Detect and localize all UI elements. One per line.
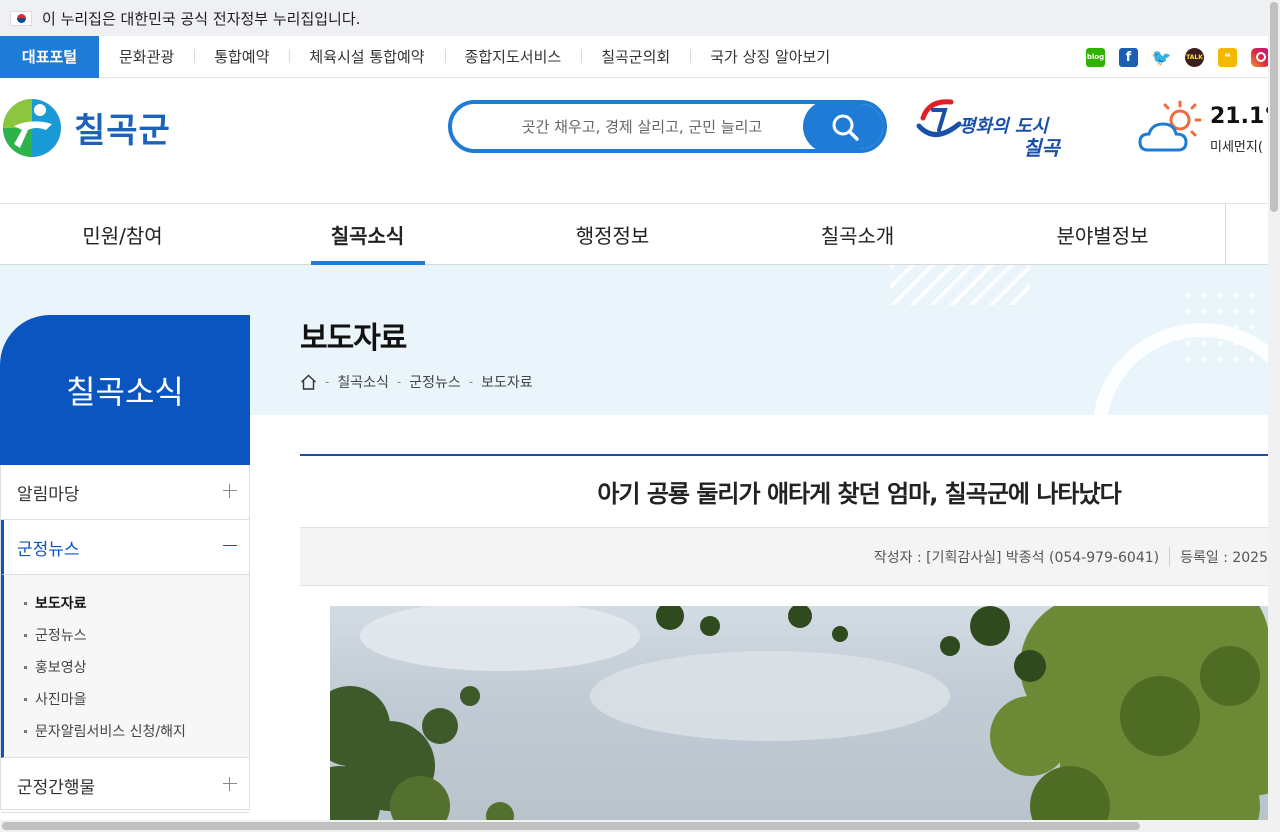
sidebar-title: 칠곡소식 bbox=[0, 315, 250, 465]
portal-links: 문화관광 통합예약 체육시설 통합예약 종합지도서비스 칠곡군의회 국가 상징 … bbox=[99, 36, 850, 78]
plus-icon[interactable] bbox=[223, 777, 237, 791]
sidebar-item-label: 알림마당 bbox=[17, 484, 80, 505]
slogan-sub-text: 칠곡 bbox=[1023, 136, 1060, 160]
breadcrumb-item-current: 보도자료 bbox=[481, 375, 533, 391]
sidebar-subitem-video[interactable]: 홍보영상 bbox=[24, 651, 249, 683]
kakaostory-icon[interactable]: ❝ bbox=[1218, 47, 1237, 67]
logo-text: 칠곡군 bbox=[74, 110, 171, 151]
sidebar-submenu: 보도자료 군정뉴스 홍보영상 사진마을 문자알림서비스 신청/해지 bbox=[1, 575, 249, 758]
horizontal-scrollbar-thumb[interactable] bbox=[2, 822, 1140, 830]
breadcrumb-separator: - bbox=[396, 375, 402, 389]
gnb-item-news[interactable]: 칠곡소식 bbox=[245, 204, 490, 265]
article-meta: 작성자 : [기획감사실] 박종석 (054-979-6041) 등록일 : 2… bbox=[300, 528, 1268, 586]
portal-link-culture[interactable]: 문화관광 bbox=[99, 46, 194, 67]
main-navigation: 민원/참여 칠곡소식 행정정보 칠곡소개 분야별정보 bbox=[0, 203, 1280, 265]
twitter-icon[interactable]: 🐦 bbox=[1152, 48, 1172, 67]
portal-link-council[interactable]: 칠곡군의회 bbox=[581, 46, 690, 67]
chilgok-logo-icon bbox=[3, 99, 61, 157]
sidebar-menu: 알림마당 군정뉴스 보도자료 군정뉴스 홍보영상 사진마을 문자알림서비스 신청… bbox=[0, 465, 250, 813]
gnb-item-admin[interactable]: 행정정보 bbox=[490, 204, 735, 264]
site-logo[interactable]: 칠곡군 bbox=[0, 96, 171, 158]
sidebar-item-county-news[interactable]: 군정뉴스 bbox=[1, 520, 249, 575]
partly-cloudy-icon bbox=[1138, 100, 1202, 152]
search-icon bbox=[832, 114, 859, 141]
breadcrumb-separator: - bbox=[325, 375, 330, 389]
slogan-emblem-icon bbox=[916, 99, 962, 137]
sidebar-subitem-photo[interactable]: 사진마을 bbox=[24, 683, 249, 715]
portal-bar: 대표포털 문화관광 통합예약 체육시설 통합예약 종합지도서비스 칠곡군의회 국… bbox=[0, 35, 1280, 78]
sidebar-item-notice[interactable]: 알림마당 bbox=[1, 465, 249, 520]
facebook-icon[interactable]: f bbox=[1119, 47, 1138, 67]
gnb-item-civil[interactable]: 민원/참여 bbox=[0, 204, 245, 264]
article: 아기 공룡 둘리가 애타게 찾던 엄마, 칠곡군에 나타났다 작성자 : [기획… bbox=[300, 454, 1268, 822]
portal-link-map[interactable]: 종합지도서비스 bbox=[444, 46, 582, 67]
gnb-divider bbox=[1225, 204, 1226, 264]
meta-divider bbox=[1169, 546, 1171, 567]
gnb-item-fields[interactable]: 분야별정보 bbox=[980, 204, 1225, 264]
portal-main-button[interactable]: 대표포털 bbox=[0, 35, 99, 78]
gnb-item-about[interactable]: 칠곡소개 bbox=[735, 204, 980, 264]
horizontal-scrollbar[interactable] bbox=[0, 820, 1268, 832]
kakaotalk-icon[interactable]: TALK bbox=[1185, 47, 1204, 67]
sidebar-item-publications[interactable]: 군정간행물 bbox=[1, 758, 249, 813]
decorative-stripes bbox=[890, 265, 1030, 305]
article-author: 작성자 : [기획감사실] 박종석 (054-979-6041) bbox=[873, 549, 1160, 566]
search-button[interactable] bbox=[803, 104, 883, 149]
breadcrumb-item[interactable]: 군정뉴스 bbox=[409, 372, 461, 392]
header: 칠곡군 평화의 도시 칠곡 21.1℃ bbox=[0, 78, 1280, 204]
weather-fine-dust: 미세먼지( bbox=[1210, 140, 1263, 155]
plus-icon[interactable] bbox=[223, 484, 237, 498]
article-title: 아기 공룡 둘리가 애타게 찾던 엄마, 칠곡군에 나타났다 bbox=[300, 456, 1268, 528]
portal-link-reservation[interactable]: 통합예약 bbox=[194, 46, 289, 67]
breadcrumb: - 칠곡소식 - 군정뉴스 - 보도자료 bbox=[300, 372, 533, 392]
search-input[interactable] bbox=[472, 104, 812, 149]
tree-foliage-image bbox=[330, 606, 1268, 822]
breadcrumb-separator: - bbox=[468, 375, 474, 389]
sns-links: blog f 🐦 TALK ❝ bbox=[1086, 36, 1270, 78]
vertical-scrollbar-thumb[interactable] bbox=[1270, 2, 1278, 212]
slogan-logo: 평화의 도시 칠곡 bbox=[915, 96, 1065, 160]
korean-flag-icon bbox=[10, 10, 32, 26]
breadcrumb-item[interactable]: 칠곡소식 bbox=[337, 372, 389, 392]
minus-icon[interactable] bbox=[223, 539, 237, 553]
blog-icon[interactable]: blog bbox=[1086, 47, 1105, 67]
decorative-ring bbox=[1092, 323, 1268, 415]
sidebar-item-label: 군정뉴스 bbox=[17, 539, 80, 560]
sidebar-subitem-press[interactable]: 보도자료 bbox=[24, 587, 249, 619]
sidebar-subitem-sms[interactable]: 문자알림서비스 신청/해지 bbox=[24, 715, 249, 747]
portal-link-sports-reservation[interactable]: 체육시설 통합예약 bbox=[289, 46, 444, 67]
sidebar-subitem-news[interactable]: 군정뉴스 bbox=[24, 619, 249, 651]
article-date: 등록일 : 2025 bbox=[1180, 549, 1268, 566]
gov-banner-text: 이 누리집은 대한민국 공식 전자정부 누리집입니다. bbox=[42, 9, 361, 28]
portal-link-national-symbols[interactable]: 국가 상징 알아보기 bbox=[690, 46, 850, 67]
search-box bbox=[448, 100, 887, 153]
page-title: 보도자료 bbox=[300, 321, 407, 356]
weather-widget[interactable]: 21.1℃ 미세먼지( bbox=[1138, 100, 1280, 160]
sidebar-item-label: 군정간행물 bbox=[17, 777, 96, 798]
vertical-scrollbar[interactable] bbox=[1268, 0, 1280, 832]
home-icon[interactable] bbox=[300, 374, 317, 390]
gov-banner: 이 누리집은 대한민국 공식 전자정부 누리집입니다. bbox=[0, 0, 1280, 36]
article-photo bbox=[330, 606, 1268, 822]
